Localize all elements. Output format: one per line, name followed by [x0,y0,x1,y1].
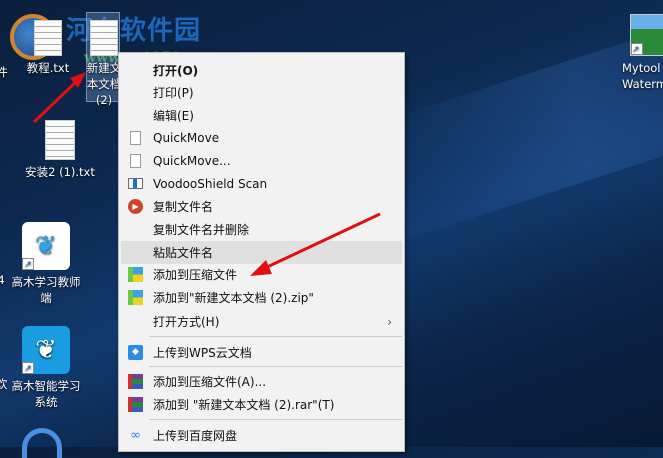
desktop-icon-install[interactable]: 安装2 (1).txt [24,120,96,180]
menu-item-print[interactable]: 打印(P) [121,81,402,104]
menu-item-open-with[interactable]: 打开方式(H) › [121,310,402,333]
text-file-icon [90,20,118,56]
desktop-icon-mytool-watermark[interactable]: ↗ Mytool Watermark [612,14,663,92]
menu-item-label: QuickMove... [153,153,231,168]
menu-item-label: 粘贴文件名 [153,246,214,260]
menu-item-add-to-archive-rar[interactable]: 添加到压缩文件(A)... [121,370,402,393]
red-play-icon: ▶ [128,199,143,214]
wifi-app-icon[interactable] [22,428,62,458]
menu-item-label: 添加到"新建文本文档 (2).zip" [153,291,314,305]
menu-item-open[interactable]: 打开(O) [121,59,402,82]
voodooshield-icon [128,176,143,191]
file-icon [128,130,143,145]
zip-icon [128,290,143,305]
menu-item-voodooshield-scan[interactable]: VoodooShield Scan [121,172,402,195]
menu-item-label: 打开(O) [153,64,199,78]
baidu-netdisk-icon: ∞ [130,428,141,443]
menu-item-upload-wps[interactable]: ◆ 上传到WPS云文档 [121,341,402,364]
zip-icon [128,267,143,282]
text-file-icon [45,120,75,160]
wps-cloud-icon: ◆ [128,345,143,360]
partial-desktop-label: 欢 [0,377,8,391]
menu-item-label: VoodooShield Scan [153,176,268,191]
menu-item-label: 添加到压缩文件 [153,268,238,282]
menu-item-add-to-archive[interactable]: 添加到压缩文件 [121,263,402,286]
menu-item-copy-filename[interactable]: ▶ 复制文件名 [121,195,402,218]
menu-item-edit[interactable]: 编辑(E) [121,104,402,127]
menu-item-label: 编辑(E) [153,109,194,123]
menu-separator [149,336,402,337]
menu-item-label: 复制文件名 [153,200,214,214]
context-menu: 打开(O) 打印(P) 编辑(E) QuickMove QuickMove...… [118,52,405,452]
menu-separator [149,366,402,367]
menu-separator [149,419,402,420]
shortcut-arrow-icon: ↗ [631,43,643,55]
partial-desktop-label: 4 [0,273,5,287]
menu-item-upload-baidu[interactable]: ∞ 上传到百度网盘 [121,424,402,447]
menu-item-add-to-rar[interactable]: 添加到 "新建文本文档 (2).rar"(T) [121,393,402,416]
menu-item-quickmove-ellipsis[interactable]: QuickMove... [121,149,402,172]
menu-item-label: 打开方式(H) [153,315,220,329]
menu-item-quickmove[interactable]: QuickMove [121,126,402,149]
partial-desktop-label: 件 [0,65,8,79]
chevron-right-icon: › [387,314,392,329]
menu-item-label: 复制文件名并删除 [153,223,250,237]
desktop-icon-gaomu-teacher[interactable]: ❦ ↗ 高木学习教师端 [8,222,84,306]
menu-item-label: 打印(P) [153,86,194,100]
menu-item-add-to-zip[interactable]: 添加到"新建文本文档 (2).zip" [121,286,402,309]
menu-item-label: 上传到百度网盘 [153,429,238,443]
file-icon [128,153,143,168]
landscape-image-icon: ↗ [630,14,663,56]
desktop-icon-gaomu-smart[interactable]: ❦ ↗ 高木智能学习系统 [8,326,84,410]
menu-item-label: 添加到 "新建文本文档 (2).rar"(T) [153,398,335,412]
red-arrow-icon [32,72,86,124]
menu-item-label: 上传到WPS云文档 [153,346,252,360]
menu-item-copy-filename-delete[interactable]: 复制文件名并删除 [121,218,402,241]
shortcut-arrow-icon: ↗ [22,258,34,270]
menu-item-label: QuickMove [153,130,220,145]
winrar-icon [128,374,143,389]
gaomu-app-icon: ❦ ↗ [22,222,70,270]
menu-item-label: 添加到压缩文件(A)... [153,375,267,389]
menu-item-paste-filename[interactable]: 粘贴文件名 [121,241,402,264]
winrar-icon [128,397,143,412]
desktop-icon-tutorial[interactable]: 教程.txt [20,20,76,76]
shortcut-arrow-icon: ↗ [22,362,34,374]
gaomu-app-icon: ❦ ↗ [22,326,70,374]
text-file-icon [34,20,62,56]
